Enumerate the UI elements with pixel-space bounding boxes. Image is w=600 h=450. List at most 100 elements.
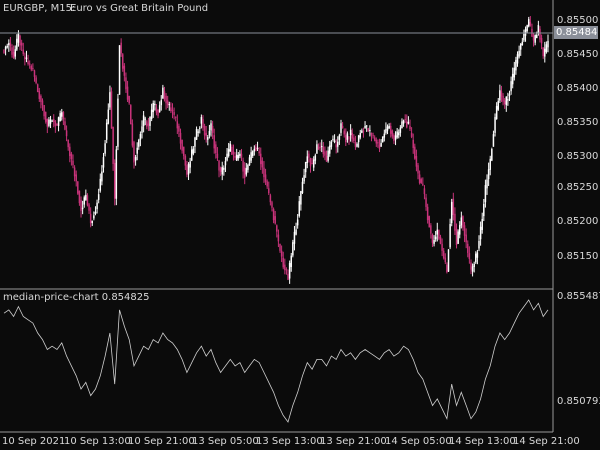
time-tick: 10 Sep 13:00 [64,436,131,447]
candle-body [239,153,241,156]
candle-body [332,138,334,140]
candle-body [370,132,373,135]
candle-body [300,191,302,205]
candle-body [532,35,535,41]
time-tick: 13 Sep 13:00 [256,436,323,447]
candle-body [410,132,413,137]
candle-body [353,137,355,142]
candle-body [389,125,392,134]
candle-body [510,81,512,92]
candle-body [301,181,304,193]
candle-body [173,112,175,115]
candle-body [513,67,516,78]
candle-body [527,19,530,27]
candle-body [231,146,233,155]
price-tick: 0.85500 [557,15,599,26]
candle-body [178,125,180,132]
candle-body [52,118,55,122]
indicator-name: median-price-chart [3,292,99,303]
candle-body [385,129,387,133]
candle-body [136,147,138,154]
candle-body [364,125,366,129]
candle-body [320,146,323,148]
candle-body [3,49,5,54]
candle-body [99,178,102,191]
price-tick: 0.85250 [557,182,599,193]
candle-body [157,109,159,116]
candle-body [402,120,405,124]
candle-body [430,225,432,234]
candle-body [232,151,235,155]
candle-body [388,125,390,129]
candle-body [415,155,418,167]
candle-body [237,155,240,159]
candle-body [404,118,406,121]
candle-body [399,127,402,133]
candle-body [221,167,223,175]
candle-body [12,51,15,58]
candle-body [218,160,220,171]
candle-body [202,118,204,128]
candle-body [316,144,318,154]
candle-body [544,48,546,57]
candle-body [97,194,100,200]
candle-body [502,95,504,102]
candle-body [425,197,427,207]
candle-body [357,135,360,143]
candle-body [115,149,118,199]
candle-body [491,149,493,161]
candle-body [123,65,126,76]
candle-body [288,263,291,279]
candle-body [463,225,466,236]
candle-body [329,145,331,154]
candle-body [314,155,317,161]
chart-window[interactable]: EURGBP, M15: Euro vs Great Britain Pound… [0,0,600,450]
candle-body [324,151,326,156]
candle-body [168,104,171,106]
candle-body [211,125,214,133]
indicator-min-label: 0.850793 [557,396,600,407]
candle-body [32,68,34,70]
candle-body [251,151,254,156]
candle-body [282,257,284,268]
indicator-max-label: 0.855487 [557,291,600,302]
candle-body [8,43,10,45]
candle-body [479,226,482,240]
candle-body [25,57,28,59]
candle-body [375,139,378,144]
candle-body [134,157,137,161]
candle-body [110,91,113,129]
candle-body [422,183,424,185]
time-tick: 10 Sep 2021 [2,436,66,447]
candle-body [160,100,163,106]
candle-body [536,35,538,39]
candle-body [203,125,206,136]
candle-body [101,171,103,182]
candle-body [471,266,474,272]
candle-body [69,146,71,157]
candle-body [6,46,8,48]
candle-body [290,255,292,267]
chart-canvas[interactable] [0,0,600,450]
candle-body [171,109,174,112]
candle-body [226,153,228,161]
candle-body [9,42,12,47]
median-price-line [3,299,549,423]
candle-body [64,121,66,130]
candle-body [235,154,238,161]
candle-body [386,126,389,131]
candle-body [287,273,289,280]
candle-body [91,220,94,224]
candle-body [229,143,232,152]
candle-body [65,130,68,137]
candle-body [436,229,439,235]
candle-body [36,84,39,92]
candle-body [256,147,259,150]
candle-body [373,137,376,141]
candle-body [276,225,278,232]
candle-body [77,181,79,194]
candle-body [381,136,384,143]
candle-body [166,100,169,106]
candle-body [523,33,525,41]
candle-body [186,165,188,175]
